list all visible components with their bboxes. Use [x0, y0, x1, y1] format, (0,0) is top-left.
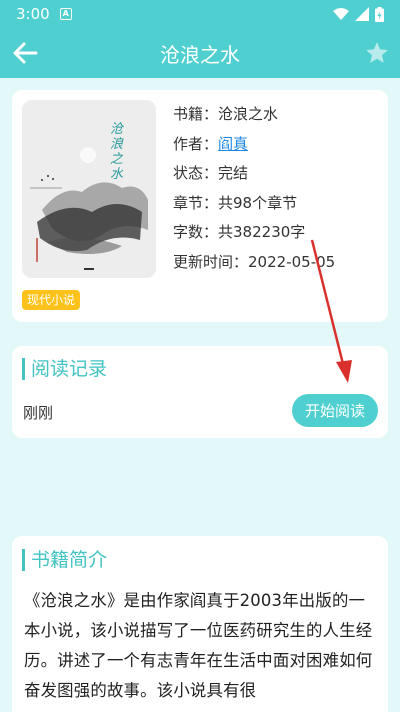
battery-icon	[375, 6, 384, 22]
wifi-icon	[333, 8, 349, 20]
back-arrow-icon[interactable]	[10, 38, 40, 68]
detail-value: 完结	[218, 164, 249, 182]
book-info-card: 沧浪之水 现代小说 书籍：沧浪之水 作者：阎真 状态：完结 章节：共98个章节 …	[12, 90, 388, 322]
app-bar: 沧浪之水	[0, 28, 400, 78]
start-reading-button[interactable]: 开始阅读	[292, 394, 378, 427]
detail-label: 状态：	[173, 164, 219, 182]
reading-record-title: 阅读记录	[22, 358, 107, 380]
intro-text: 《沧浪之水》是由作家阎真于2003年出版的一本小说，该小说描写了一位医药研究生的…	[24, 591, 373, 700]
page-title: 沧浪之水	[160, 42, 240, 67]
status-icons	[333, 6, 384, 22]
detail-label: 作者：	[173, 134, 219, 153]
detail-status: 状态：完结	[173, 161, 335, 191]
intro-title: 书籍简介	[22, 549, 107, 571]
detail-label: 更新时间：	[173, 252, 249, 271]
cover-illustration	[22, 100, 156, 278]
signal-icon	[355, 7, 369, 21]
detail-author: 作者：阎真	[173, 132, 335, 162]
status-bar: 3:00 A	[0, 0, 400, 28]
detail-label: 章节：	[173, 193, 219, 212]
detail-value: 共382230字	[218, 223, 306, 241]
detail-value: 共98个章节	[218, 193, 298, 212]
detail-title: 书籍：沧浪之水	[173, 102, 335, 132]
favorite-star-icon[interactable]	[364, 40, 390, 66]
author-link[interactable]: 阎真	[218, 135, 248, 153]
book-cover[interactable]: 沧浪之水	[22, 100, 156, 278]
detail-label: 书籍：	[173, 105, 219, 123]
reading-record-card: 阅读记录 刚刚 开始阅读	[12, 346, 388, 438]
detail-label: 字数：	[173, 223, 219, 241]
detail-updated: 更新时间：2022-05-05	[173, 250, 335, 280]
detail-value: 沧浪之水	[218, 105, 279, 123]
detail-chapters: 章节：共98个章节	[173, 191, 335, 221]
detail-value: 2022-05-05	[248, 252, 336, 271]
genre-tag: 现代小说	[22, 290, 81, 310]
book-intro-card: 书籍简介 《沧浪之水》是由作家阎真于2003年出版的一本小说，该小说描写了一位医…	[12, 536, 388, 712]
book-details: 书籍：沧浪之水 作者：阎真 状态：完结 章节：共98个章节 字数：共382230…	[173, 102, 335, 279]
cover-title: 沧浪之水	[110, 122, 124, 182]
last-read-time: 刚刚	[23, 404, 54, 422]
status-time: 3:00	[16, 5, 50, 23]
detail-word-count: 字数：共382230字	[173, 220, 335, 250]
notification-icon: A	[59, 8, 72, 20]
